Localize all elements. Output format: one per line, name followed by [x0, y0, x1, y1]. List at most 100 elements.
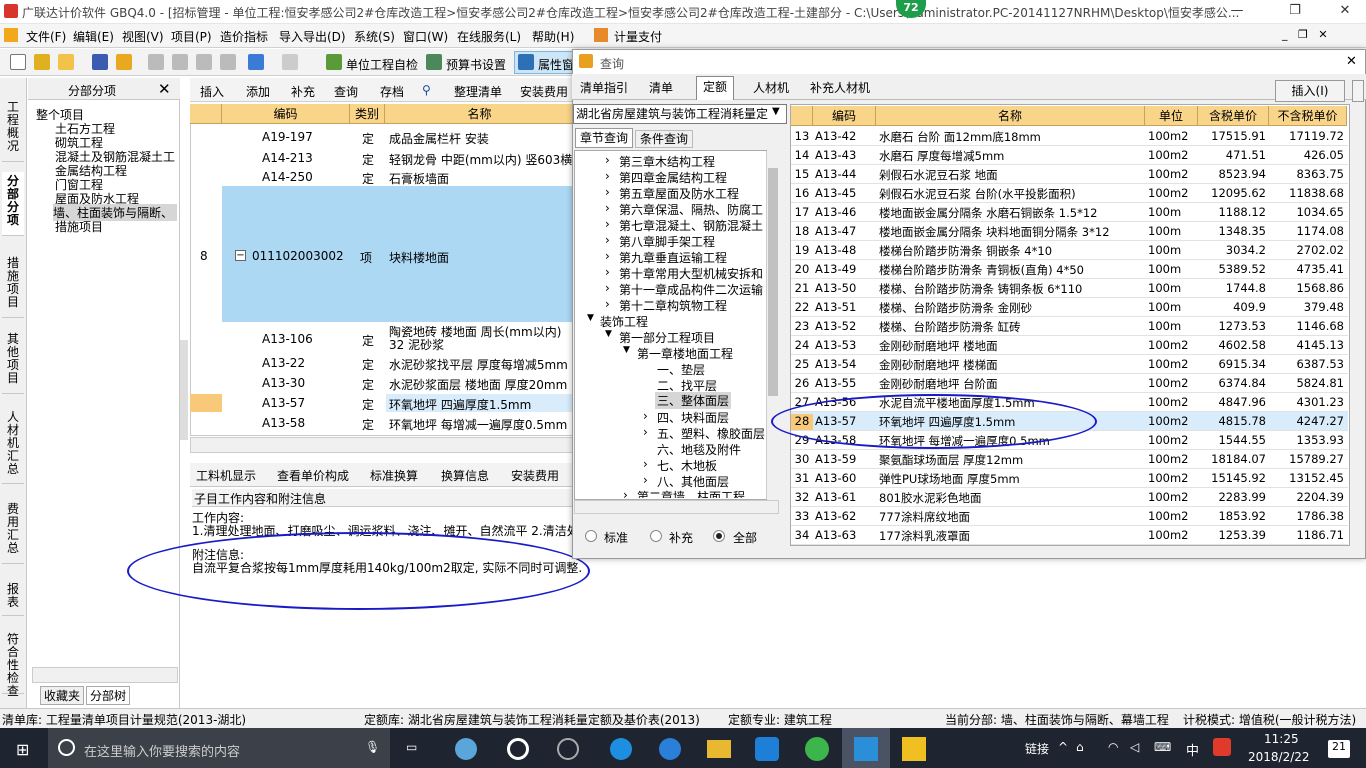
browser-e-icon[interactable]: [507, 738, 529, 760]
tree-node[interactable]: 七、木地板: [657, 457, 717, 474]
row-name[interactable]: 陶瓷地砖 楼地面 周长(mm以内) 32 泥砂浆: [389, 326, 575, 352]
row-code[interactable]: A13-106: [262, 332, 313, 346]
tree-node[interactable]: 第九章垂直运输工程: [619, 249, 727, 266]
tab-sub-tree[interactable]: 分部树: [86, 686, 131, 705]
tree-node[interactable]: 六、地毯及附件: [657, 441, 741, 458]
tree-expand-icon[interactable]: ›: [643, 425, 648, 439]
tab-favorites[interactable]: 收藏夹: [40, 686, 85, 705]
file-explorer-icon[interactable]: [707, 740, 731, 758]
menu-file[interactable]: 文件(F): [26, 28, 66, 45]
tree-node[interactable]: 装饰工程: [600, 313, 648, 330]
menu-import-export[interactable]: 导入导出(D): [279, 28, 346, 45]
archive-button[interactable]: 存档: [380, 83, 404, 100]
undo-icon[interactable]: [248, 54, 264, 70]
row-code[interactable]: A14-250: [262, 170, 313, 184]
row-type[interactable]: 定: [362, 396, 374, 413]
tab-measures[interactable]: 措施项目: [2, 254, 24, 318]
tree-expand-icon[interactable]: ›: [605, 169, 610, 183]
tab-labor-material[interactable]: 人材机: [747, 78, 795, 97]
row-name[interactable]: 水泥砂浆面层 楼地面 厚度20mm: [389, 376, 575, 393]
row-name[interactable]: 成品金属栏杆 安装: [389, 130, 575, 147]
tree-node-selected[interactable]: 三、整体面层: [655, 392, 732, 409]
tree-expand-icon[interactable]: ›: [605, 217, 610, 231]
install-fee-button[interactable]: 安装费用: [520, 83, 568, 100]
tree-node[interactable]: 一、垫层: [657, 361, 705, 378]
tab-other-items[interactable]: 其他项目: [2, 330, 24, 394]
tree-node[interactable]: 五、塑料、橡胶面层: [657, 425, 765, 442]
tree-expand-icon[interactable]: ›: [605, 249, 610, 263]
tree-expand-icon[interactable]: ›: [605, 201, 610, 215]
tree-item[interactable]: 措施项目: [55, 218, 103, 235]
tab-list-guide[interactable]: 清单指引: [574, 78, 634, 97]
collapse-icon[interactable]: −: [235, 250, 246, 261]
green-app-icon[interactable]: [805, 737, 829, 761]
mdi-controls[interactable]: _ ❐ ✕: [1282, 28, 1328, 41]
organize-list-button[interactable]: 整理清单: [454, 83, 502, 100]
open-folder-icon[interactable]: [58, 54, 74, 70]
tab-labor-material-summary[interactable]: 人材机汇总: [2, 408, 24, 484]
clock-date[interactable]: 2018/2/22: [1248, 750, 1310, 764]
tree-node[interactable]: 第三章木结构工程: [619, 153, 715, 170]
supplement-button[interactable]: 补充: [291, 83, 315, 100]
row-code[interactable]: 011102003002: [252, 249, 344, 263]
tree-node[interactable]: 第五章屋面及防水工程: [619, 185, 739, 202]
menu-help[interactable]: 帮助(H): [532, 28, 574, 45]
browser-swirl-icon[interactable]: [557, 738, 579, 760]
network-icon[interactable]: ⌂: [1076, 740, 1084, 754]
grid-horizontal-scrollbar[interactable]: [190, 437, 575, 453]
tree-node[interactable]: 第四章金属结构工程: [619, 169, 727, 186]
tree-expand-icon[interactable]: ›: [643, 457, 648, 471]
row-selector[interactable]: [190, 394, 222, 412]
sogou-icon[interactable]: [1213, 738, 1231, 756]
horizontal-scrollbar[interactable]: [32, 667, 178, 683]
row-code[interactable]: A13-22: [262, 356, 305, 370]
row-type[interactable]: 定: [362, 130, 374, 147]
redo-icon[interactable]: [282, 54, 298, 70]
tree-expand-icon[interactable]: ›: [643, 473, 648, 487]
row-name[interactable]: 轻钢龙骨 中距(mm以内) 竖603横15: [389, 151, 575, 168]
tab-quota[interactable]: 定额: [696, 76, 735, 100]
tab-reports[interactable]: 报表: [2, 580, 24, 616]
notes-app-icon[interactable]: [902, 737, 926, 761]
menu-window[interactable]: 窗口(W): [403, 28, 448, 45]
self-check-button[interactable]: 单位工程自检: [346, 56, 418, 73]
row-type[interactable]: 定: [362, 416, 374, 433]
tray-expand-icon[interactable]: ^: [1058, 740, 1068, 754]
menu-edit[interactable]: 编辑(E): [73, 28, 114, 45]
new-icon[interactable]: [10, 54, 26, 70]
tree-node[interactable]: 第十二章构筑物工程: [619, 297, 727, 314]
tab-compliance-check[interactable]: 符合性检查: [2, 630, 24, 698]
paste-icon[interactable]: [196, 54, 212, 70]
tab-project-overview[interactable]: 工程概况: [2, 98, 24, 162]
cut-icon[interactable]: [148, 54, 164, 70]
tree-expand-icon[interactable]: ›: [605, 153, 610, 167]
quota-library-select[interactable]: 湖北省房屋建筑与装饰工程消耗量定: [573, 104, 787, 124]
tree-expand-icon[interactable]: ›: [605, 265, 610, 279]
tree-node[interactable]: 第一部分工程项目: [619, 329, 715, 346]
row-code[interactable]: A13-57: [262, 396, 305, 410]
close-button[interactable]: ✕: [1330, 3, 1360, 18]
tree-horizontal-scrollbar[interactable]: [574, 500, 779, 514]
save-icon[interactable]: [92, 54, 108, 70]
binoculars-icon[interactable]: ⚲: [422, 83, 431, 97]
microphone-icon[interactable]: 🎙: [365, 740, 380, 754]
menu-view[interactable]: 视图(V): [122, 28, 164, 45]
add-button[interactable]: 添加: [246, 83, 270, 100]
insert-button[interactable]: 插入(I): [1275, 80, 1345, 102]
tab-standard-conversion[interactable]: 标准换算: [370, 467, 418, 484]
chevron-down-icon[interactable]: ▼: [772, 106, 780, 117]
tab-supplement-material[interactable]: 补充人材机: [804, 78, 876, 97]
row-name[interactable]: 水泥砂浆找平层 厚度每增减5mm: [389, 356, 575, 373]
clock-time[interactable]: 11:25: [1264, 732, 1299, 746]
tab-cost-summary[interactable]: 费用汇总: [2, 500, 24, 564]
tree-node[interactable]: 第六章保温、隔热、防腐工: [619, 201, 765, 218]
open-icon[interactable]: [116, 54, 132, 70]
tree-node[interactable]: 四、块料面层: [657, 409, 729, 426]
minimize-button[interactable]: —: [1222, 3, 1252, 18]
tab-install-fee[interactable]: 安装费用: [511, 467, 559, 484]
new-project-icon[interactable]: [34, 54, 50, 70]
budget-settings-button[interactable]: 预算书设置: [446, 56, 506, 73]
row-name[interactable]: 块料楼地面: [389, 249, 449, 266]
menu-online[interactable]: 在线服务(L): [457, 28, 521, 45]
tree-node[interactable]: 第十一章成品构件二次运输: [619, 281, 765, 298]
